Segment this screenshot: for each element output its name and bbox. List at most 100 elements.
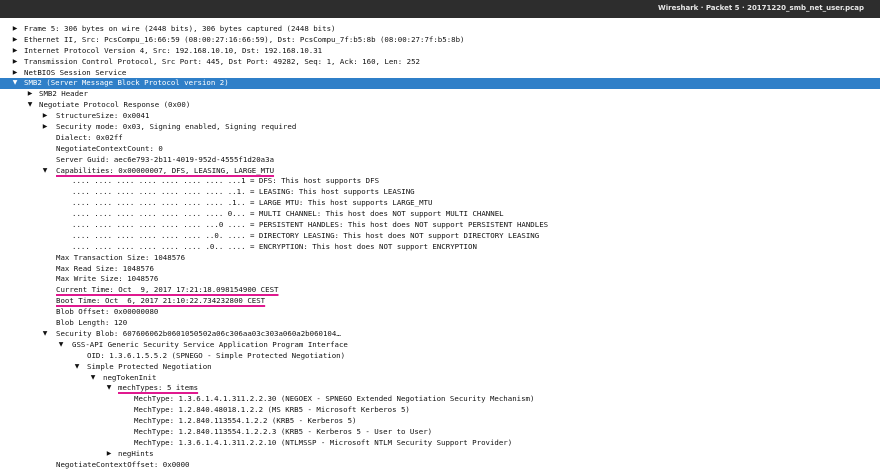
tree-row-dialect[interactable]: Dialect: 0x02ff xyxy=(0,133,880,144)
triangle-right-icon[interactable]: ▶ xyxy=(11,24,19,35)
tree-row-mech-type[interactable]: MechType: 1.3.6.1.4.1.311.2.2.10 (NTLMSS… xyxy=(0,438,880,449)
tree-row-max-read-size[interactable]: Max Read Size: 1048576 xyxy=(0,264,880,275)
tree-label: Server Guid: aec6e793-2b11-4019-952d-455… xyxy=(56,154,275,164)
tree-label: SMB2 Header xyxy=(39,89,88,99)
tree-row-cap-bit[interactable]: .... .... .... .... .... .... .... ..1. … xyxy=(0,187,880,198)
triangle-down-icon[interactable]: ▼ xyxy=(26,100,34,111)
tree-label: negHints xyxy=(118,448,154,458)
tree-label: Simple Protected Negotiation xyxy=(87,361,212,371)
tree-row-mech-type[interactable]: MechType: 1.2.840.48018.1.2.2 (MS KRB5 -… xyxy=(0,405,880,416)
tree-label: MechType: 1.2.840.48018.1.2.2 (MS KRB5 -… xyxy=(134,405,410,415)
tree-label: NegotiateContextOffset: 0x0000 xyxy=(56,459,190,469)
tree-row-mech-type[interactable]: MechType: 1.3.6.1.4.1.311.2.2.30 (NEGOEX… xyxy=(0,394,880,405)
tree-label: .... .... .... .... .... .... .... ...1 … xyxy=(72,176,380,186)
tree-label: .... .... .... .... .... .... ...0 .... … xyxy=(72,220,549,230)
tree-label-highlighted: Capabilities: 0x00000007, DFS, LEASING, … xyxy=(56,165,275,175)
tree-label: GSS-API Generic Security Service Applica… xyxy=(72,339,348,349)
tree-row-smb2-selected[interactable]: ▼ SMB2 (Server Message Block Protocol ve… xyxy=(0,78,880,90)
triangle-down-icon[interactable]: ▼ xyxy=(73,362,81,373)
tree-row-structure-size[interactable]: ▶ StructureSize: 0x0041 xyxy=(0,111,880,122)
triangle-down-icon[interactable]: ▼ xyxy=(89,373,97,384)
tree-row-tcp[interactable]: ▶ Transmission Control Protocol, Src Por… xyxy=(0,57,880,68)
tree-row-blob-length[interactable]: Blob Length: 120 xyxy=(0,318,880,329)
tree-label: MechType: 1.3.6.1.4.1.311.2.2.30 (NEGOEX… xyxy=(134,394,535,404)
tree-label-highlighted: mechTypes: 5 items xyxy=(118,383,199,393)
triangle-right-icon[interactable]: ▶ xyxy=(26,89,34,100)
tree-label: .... .... .... .... .... .... .... .1.. … xyxy=(72,198,433,208)
tree-row-current-time[interactable]: Current Time: Oct 9, 2017 17:21:18.09815… xyxy=(0,285,880,296)
triangle-right-icon[interactable]: ▶ xyxy=(11,57,19,68)
tree-row-negotiate-response[interactable]: ▼ Negotiate Protocol Response (0x00) xyxy=(0,100,880,111)
tree-row-netbios[interactable]: ▶ NetBIOS Session Service xyxy=(0,68,880,79)
tree-row-ip[interactable]: ▶ Internet Protocol Version 4, Src: 192.… xyxy=(0,46,880,57)
tree-label: NegotiateContextCount: 0 xyxy=(56,143,163,153)
tree-row-simple-protected-negotiation[interactable]: ▼ Simple Protected Negotiation xyxy=(0,362,880,373)
tree-label: StructureSize: 0x0041 xyxy=(56,111,150,121)
tree-label: Blob Length: 120 xyxy=(56,318,128,328)
tree-row-mech-types[interactable]: ▼ mechTypes: 5 items xyxy=(0,383,880,394)
tree-label: negTokenInit xyxy=(103,372,157,382)
tree-row-smb2-header[interactable]: ▶ SMB2 Header xyxy=(0,89,880,100)
tree-row-cap-bit[interactable]: .... .... .... .... .... .... .0.. .... … xyxy=(0,242,880,253)
tree-label: Transmission Control Protocol, Src Port:… xyxy=(24,56,421,66)
window-titlebar[interactable]: Wireshark · Packet 5 · 20171220_smb_net_… xyxy=(0,0,880,18)
triangle-down-icon[interactable]: ▼ xyxy=(41,166,49,177)
tree-row-mech-type[interactable]: MechType: 1.2.840.113554.1.2.2 (KRB5 - K… xyxy=(0,416,880,427)
tree-row-ethernet[interactable]: ▶ Ethernet II, Src: PcsCompu_16:66:59 (0… xyxy=(0,35,880,46)
tree-row-cap-bit[interactable]: .... .... .... .... .... .... .... ...1 … xyxy=(0,176,880,187)
tree-row-max-write-size[interactable]: Max Write Size: 1048576 xyxy=(0,274,880,285)
packet-details-tree[interactable]: ▶ Frame 5: 306 bytes on wire (2448 bits)… xyxy=(0,24,880,473)
tree-label: OID: 1.3.6.1.5.5.2 (SPNEGO - Simple Prot… xyxy=(87,350,346,360)
triangle-right-icon[interactable]: ▶ xyxy=(11,35,19,46)
tree-row-security-mode[interactable]: ▶ Security mode: 0x03, Signing enabled, … xyxy=(0,122,880,133)
tree-row-negotiate-context-count[interactable]: NegotiateContextCount: 0 xyxy=(0,144,880,155)
tree-label: .... .... .... .... .... .... .... 0... … xyxy=(72,209,504,219)
tree-label: Max Write Size: 1048576 xyxy=(56,274,159,284)
tree-row-oid[interactable]: OID: 1.3.6.1.5.5.2 (SPNEGO - Simple Prot… xyxy=(0,351,880,362)
tree-row-cap-bit[interactable]: .... .... .... .... .... .... .... .1.. … xyxy=(0,198,880,209)
tree-label: .... .... .... .... .... .... ..0. .... … xyxy=(72,230,540,240)
triangle-right-icon[interactable]: ▶ xyxy=(41,122,49,133)
tree-row-neg-hints[interactable]: ▶ negHints xyxy=(0,449,880,460)
tree-row-server-guid[interactable]: Server Guid: aec6e793-2b11-4019-952d-455… xyxy=(0,155,880,166)
tree-row-cap-bit[interactable]: .... .... .... .... .... .... .... 0... … xyxy=(0,209,880,220)
tree-label: MechType: 1.2.840.113554.1.2.2 (KRB5 - K… xyxy=(134,416,357,426)
tree-label: Blob Offset: 0x00000080 xyxy=(56,307,159,317)
triangle-down-icon[interactable]: ▼ xyxy=(11,78,19,89)
tree-label: MechType: 1.2.840.113554.1.2.2.3 (KRB5 -… xyxy=(134,426,433,436)
triangle-right-icon[interactable]: ▶ xyxy=(11,46,19,57)
tree-label: Negotiate Protocol Response (0x00) xyxy=(39,100,191,110)
triangle-down-icon[interactable]: ▼ xyxy=(41,329,49,340)
tree-label: Max Transaction Size: 1048576 xyxy=(56,252,186,262)
tree-label: .... .... .... .... .... .... .... ..1. … xyxy=(72,187,415,197)
tree-label: Frame 5: 306 bytes on wire (2448 bits), … xyxy=(24,24,336,33)
tree-row-max-transaction-size[interactable]: Max Transaction Size: 1048576 xyxy=(0,253,880,264)
tree-label: .... .... .... .... .... .... .0.. .... … xyxy=(72,241,477,251)
tree-row-capabilities[interactable]: ▼ Capabilities: 0x00000007, DFS, LEASING… xyxy=(0,166,880,177)
tree-row-gss-api[interactable]: ▼ GSS-API Generic Security Service Appli… xyxy=(0,340,880,351)
tree-label: MechType: 1.3.6.1.4.1.311.2.2.10 (NTLMSS… xyxy=(134,437,513,447)
tree-label: Dialect: 0x02ff xyxy=(56,132,123,142)
triangle-right-icon[interactable]: ▶ xyxy=(41,111,49,122)
tree-label-highlighted: Current Time: Oct 9, 2017 17:21:18.09815… xyxy=(56,285,279,295)
tree-row-mech-type[interactable]: MechType: 1.2.840.113554.1.2.2.3 (KRB5 -… xyxy=(0,427,880,438)
tree-label-highlighted: Boot Time: Oct 6, 2017 21:10:22.73423280… xyxy=(56,296,266,306)
window-title: Wireshark · Packet 5 · 20171220_smb_net_… xyxy=(658,4,864,12)
tree-row-negotiate-context-offset[interactable]: NegotiateContextOffset: 0x0000 xyxy=(0,460,880,471)
tree-label: SMB2 (Server Message Block Protocol vers… xyxy=(24,78,229,88)
tree-row-frame[interactable]: ▶ Frame 5: 306 bytes on wire (2448 bits)… xyxy=(0,24,880,35)
tree-label: Ethernet II, Src: PcsCompu_16:66:59 (08:… xyxy=(24,34,465,44)
tree-label: Security Blob: 607606062b0601050502a06c3… xyxy=(56,328,341,338)
tree-row-neg-token-init[interactable]: ▼ negTokenInit xyxy=(0,373,880,384)
tree-row-boot-time[interactable]: Boot Time: Oct 6, 2017 21:10:22.73423280… xyxy=(0,296,880,307)
tree-row-cap-bit[interactable]: .... .... .... .... .... .... ...0 .... … xyxy=(0,220,880,231)
tree-label: Security mode: 0x03, Signing enabled, Si… xyxy=(56,122,297,132)
triangle-right-icon[interactable]: ▶ xyxy=(105,449,113,460)
tree-row-security-blob[interactable]: ▼ Security Blob: 607606062b0601050502a06… xyxy=(0,329,880,340)
tree-row-blob-offset[interactable]: Blob Offset: 0x00000080 xyxy=(0,307,880,318)
triangle-down-icon[interactable]: ▼ xyxy=(57,340,65,351)
tree-row-cap-bit[interactable]: .... .... .... .... .... .... ..0. .... … xyxy=(0,231,880,242)
triangle-down-icon[interactable]: ▼ xyxy=(105,383,113,394)
tree-label: NetBIOS Session Service xyxy=(24,67,127,77)
triangle-right-icon[interactable]: ▶ xyxy=(11,68,19,79)
